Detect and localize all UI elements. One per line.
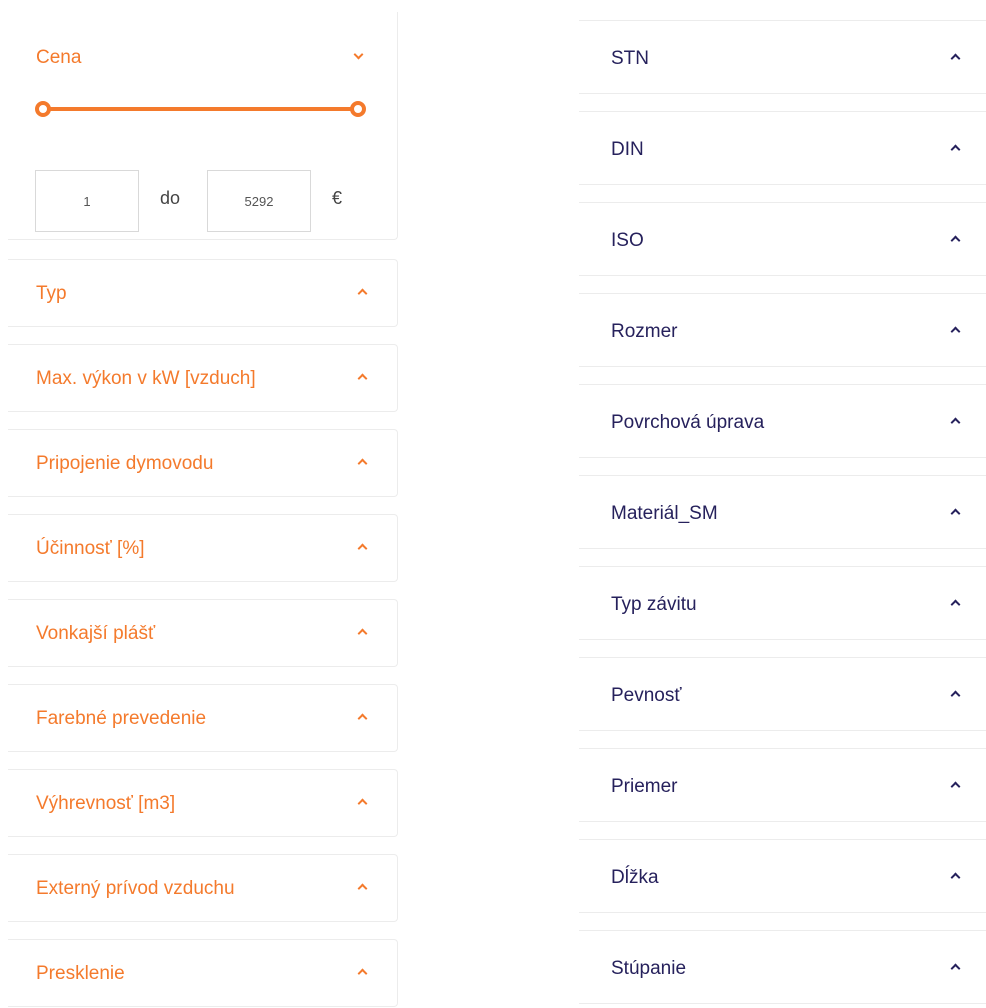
filter-row-stupanie[interactable]: Stúpanie bbox=[579, 930, 986, 1004]
price-max-handle[interactable] bbox=[350, 101, 366, 117]
filter-label: Povrchová úprava bbox=[611, 412, 765, 433]
filter-row-vyhrevnost[interactable]: Výhrevnosť [m3] bbox=[8, 769, 398, 837]
filter-row-iso[interactable]: ISO bbox=[579, 202, 986, 276]
filter-row-presklenie[interactable]: Presklenie bbox=[8, 939, 398, 1007]
chevron-up-icon[interactable] bbox=[950, 963, 961, 974]
chevron-up-icon[interactable] bbox=[950, 781, 961, 792]
filter-row-typ-zavitu[interactable]: Typ závitu bbox=[579, 566, 986, 640]
filter-row-pripojenie-dymovodu[interactable]: Pripojenie dymovodu bbox=[8, 429, 398, 497]
chevron-up-icon[interactable] bbox=[357, 713, 368, 724]
filter-row-externy-privod-vzduchu[interactable]: Externý prívod vzduchu bbox=[8, 854, 398, 922]
chevron-up-icon[interactable] bbox=[950, 690, 961, 701]
filter-label: Dĺžka bbox=[611, 867, 659, 888]
filter-label: Externý prívod vzduchu bbox=[36, 878, 235, 899]
chevron-up-icon[interactable] bbox=[357, 288, 368, 299]
chevron-up-icon[interactable] bbox=[357, 968, 368, 979]
chevron-up-icon[interactable] bbox=[950, 599, 961, 610]
filter-label: Pevnosť bbox=[611, 685, 682, 706]
chevron-up-icon[interactable] bbox=[950, 417, 961, 428]
chevron-up-icon[interactable] bbox=[357, 373, 368, 384]
filter-label: Typ závitu bbox=[611, 594, 697, 615]
filter-label: Typ bbox=[36, 283, 67, 304]
filter-row-dlzka[interactable]: Dĺžka bbox=[579, 839, 986, 913]
chevron-up-icon[interactable] bbox=[950, 235, 961, 246]
chevron-up-icon[interactable] bbox=[357, 458, 368, 469]
filter-label: Rozmer bbox=[611, 321, 678, 342]
price-filter-panel: Cena do € bbox=[8, 12, 398, 240]
filter-row-din[interactable]: DIN bbox=[579, 111, 986, 185]
chevron-up-icon[interactable] bbox=[357, 798, 368, 809]
filter-label: ISO bbox=[611, 230, 644, 251]
filter-row-material-sm[interactable]: Materiál_SM bbox=[579, 475, 986, 549]
chevron-up-icon[interactable] bbox=[950, 326, 961, 337]
chevron-up-icon[interactable] bbox=[357, 883, 368, 894]
chevron-up-icon[interactable] bbox=[950, 872, 961, 883]
filter-row-rozmer[interactable]: Rozmer bbox=[579, 293, 986, 367]
filter-row-vonkajsi-plast[interactable]: Vonkajší plášť bbox=[8, 599, 398, 667]
price-max-input[interactable] bbox=[207, 170, 311, 232]
currency-symbol: € bbox=[332, 188, 343, 208]
price-range-track[interactable] bbox=[38, 107, 360, 111]
filter-label: Výhrevnosť [m3] bbox=[36, 793, 176, 814]
filter-row-max-vykon[interactable]: Max. výkon v kW [vzduch] bbox=[8, 344, 398, 412]
filter-row-priemer[interactable]: Priemer bbox=[579, 748, 986, 822]
price-range-separator: do bbox=[160, 188, 181, 208]
chevron-down-icon[interactable] bbox=[353, 49, 364, 60]
chevron-up-icon[interactable] bbox=[950, 53, 961, 64]
filter-row-typ[interactable]: Typ bbox=[8, 259, 398, 327]
filter-label: DIN bbox=[611, 139, 644, 160]
filter-label: Stúpanie bbox=[611, 958, 687, 979]
filter-label: Farebné prevedenie bbox=[36, 708, 207, 729]
price-min-handle[interactable] bbox=[35, 101, 51, 117]
filter-label: Vonkajší plášť bbox=[36, 623, 156, 644]
filter-label: Presklenie bbox=[36, 963, 125, 984]
price-min-input[interactable] bbox=[35, 170, 139, 232]
chevron-up-icon[interactable] bbox=[950, 144, 961, 155]
filter-row-pevnost[interactable]: Pevnosť bbox=[579, 657, 986, 731]
filter-row-farebne-prevedenie[interactable]: Farebné prevedenie bbox=[8, 684, 398, 752]
filter-row-stn[interactable]: STN bbox=[579, 20, 986, 94]
chevron-up-icon[interactable] bbox=[357, 628, 368, 639]
price-filter-title[interactable]: Cena bbox=[36, 47, 81, 69]
filter-label: Priemer bbox=[611, 776, 678, 797]
filter-row-povrchova-uprava[interactable]: Povrchová úprava bbox=[579, 384, 986, 458]
filter-label: Max. výkon v kW [vzduch] bbox=[36, 368, 256, 389]
chevron-up-icon[interactable] bbox=[950, 508, 961, 519]
filter-label: Účinnosť [%] bbox=[36, 538, 145, 559]
chevron-up-icon[interactable] bbox=[357, 543, 368, 554]
filter-label: STN bbox=[611, 48, 649, 69]
filter-label: Pripojenie dymovodu bbox=[36, 453, 214, 474]
filter-label: Materiál_SM bbox=[611, 503, 718, 524]
filter-row-ucinnost[interactable]: Účinnosť [%] bbox=[8, 514, 398, 582]
